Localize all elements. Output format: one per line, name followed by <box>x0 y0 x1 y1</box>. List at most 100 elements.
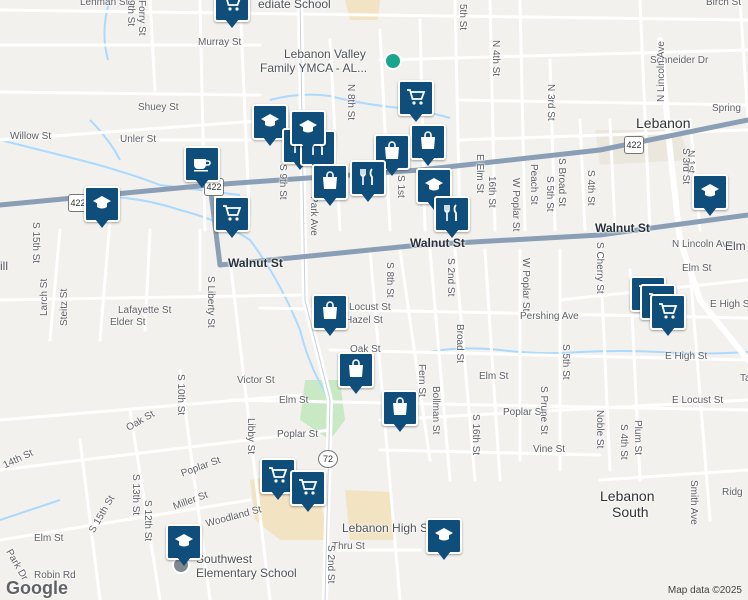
street-label-vine: Vine St <box>533 444 566 455</box>
street-label-s-cherry: 16th St <box>486 176 497 208</box>
poi-label-southwest-line1[interactable]: Southwest <box>196 553 252 566</box>
poi-label-intermediate-school[interactable]: ediate School <box>258 0 331 11</box>
restaurant-icon <box>442 203 462 223</box>
shopping-cart-icon <box>268 465 288 485</box>
street-label-s6th: S 2nd St <box>445 258 456 297</box>
street-label-smith: Smith Ave <box>688 480 699 525</box>
map-marker[interactable] <box>214 0 250 30</box>
street-label-n4th: N 4th St <box>490 40 501 77</box>
graduation-cap-icon <box>92 193 112 213</box>
street-label-walnut-west: Walnut St <box>228 256 283 270</box>
street-label-liberty: S 8th St <box>384 262 395 298</box>
map-marker[interactable] <box>338 352 374 396</box>
street-label-shuey: Shuey St <box>138 102 179 113</box>
map-attribution[interactable]: Map data ©2025 <box>668 585 742 596</box>
street-label-broad: Broad St <box>454 324 465 363</box>
poi-label-southwest-line2[interactable]: Elementary School <box>196 567 297 580</box>
street-label-walnut-east: Walnut St <box>595 221 650 235</box>
street-label-s2nd-s: S 4th St <box>618 424 629 460</box>
street-label-noble: Noble St <box>594 410 605 449</box>
street-label-forry: S 2nd St <box>325 545 336 584</box>
graduation-cap-icon <box>298 117 318 137</box>
street-label-thru: Thru St <box>332 541 365 552</box>
shopping-bag-icon <box>382 141 402 161</box>
street-label-s3rd-n: S 5th St <box>544 176 555 212</box>
map-marker[interactable] <box>434 196 470 240</box>
street-label-n8th: N 8th St <box>345 84 356 121</box>
street-label-s-broad: S 16th St <box>470 414 481 456</box>
shopping-bag-icon <box>390 397 410 417</box>
map-marker[interactable] <box>398 80 434 124</box>
street-label-murray: Murray St <box>198 37 242 48</box>
shopping-cart-icon <box>222 203 242 223</box>
place-label-lebanon-south-line1: Lebanon <box>600 488 655 504</box>
map-marker[interactable] <box>214 196 250 240</box>
street-label-birch: Birch St <box>706 0 742 8</box>
street-label-s-prune: S Broad St <box>556 158 567 207</box>
place-label-lebanon: Lebanon <box>636 115 691 131</box>
map-marker[interactable] <box>350 160 386 204</box>
street-label-peach: Peach St <box>528 164 539 205</box>
map-marker[interactable] <box>84 186 120 230</box>
street-label-s2nd-mid: S Cherry St <box>594 242 605 294</box>
street-label-pershing: Pershing Ave <box>520 311 579 322</box>
place-label-lebanon-south-line2: South <box>612 504 649 520</box>
map-marker[interactable] <box>410 124 446 168</box>
street-label-16th: S 15th St <box>30 222 41 264</box>
coffee-cup-icon <box>192 153 212 173</box>
street-label-poplar-west: Poplar St <box>277 429 319 440</box>
graduation-cap-icon <box>260 111 280 131</box>
street-label-s16th: S 13th St <box>130 474 141 516</box>
place-label-elm: Elm <box>725 239 746 253</box>
fitness-poi-icon[interactable] <box>384 52 402 70</box>
street-label-park-ave: S Prune St <box>538 386 549 435</box>
map-marker[interactable] <box>312 164 348 208</box>
shopping-bag-icon <box>346 359 366 379</box>
map-marker[interactable] <box>382 390 418 434</box>
street-label-e-locust: Elm St <box>682 263 712 274</box>
street-label-s15th: S 12th St <box>142 500 153 542</box>
street-label-lehman: Lehman St <box>80 0 129 8</box>
map-marker[interactable] <box>184 146 220 190</box>
shopping-cart-icon <box>406 87 426 107</box>
place-label-ill: ill <box>0 259 8 273</box>
street-label-s4th-n: W Poplar St <box>510 178 521 232</box>
street-label-s12th: S Liberty St <box>205 276 216 328</box>
map-marker[interactable] <box>290 470 326 514</box>
map-marker[interactable] <box>166 524 202 568</box>
street-label-bollman: Bollman St <box>430 386 441 435</box>
street-label-s3rd-s: S 5th St <box>560 344 571 380</box>
restaurant-icon <box>358 167 378 187</box>
street-label-elm-east: Tamroe St <box>740 373 748 384</box>
street-label-s13th: S 10th St <box>175 374 186 416</box>
map-marker[interactable] <box>650 294 686 338</box>
street-label-hazel: Hazel St <box>345 315 383 326</box>
map-marker[interactable] <box>426 518 462 562</box>
street-label-e-high: N Lincoln Ave <box>672 239 733 250</box>
street-label-libby: Libby St <box>245 418 256 455</box>
street-label-lafayette: Lafayette St <box>118 305 172 316</box>
shopping-cart-icon <box>658 301 678 321</box>
street-label-4th: W Poplar St <box>520 258 531 312</box>
map-marker[interactable] <box>290 110 326 154</box>
poi-label-ymca-line2[interactable]: Family YMCA - AL... <box>260 62 367 75</box>
street-label-s2nd-n: S 4th St <box>585 170 596 206</box>
shopping-bag-icon <box>320 301 340 321</box>
street-label-n-lincoln: N Lincoln Ave <box>656 41 667 102</box>
google-logo: Google <box>6 578 68 598</box>
map-canvas[interactable]: Lehman St Murray St Shuey St Willow St U… <box>0 0 748 600</box>
route-shield-422-east: 422 <box>624 136 644 154</box>
route-shield-72: 72 <box>318 450 338 468</box>
graduation-cap-icon <box>174 531 194 551</box>
map-marker[interactable] <box>312 294 348 338</box>
street-label-unler: Unler St <box>120 134 157 145</box>
street-label-s5th: E Elm St <box>474 154 485 193</box>
street-label-elm-sw: Elm St <box>34 533 64 544</box>
poi-label-ymca-line1[interactable]: Lebanon Valley <box>284 48 366 61</box>
street-label-victor: Victor St <box>237 375 275 386</box>
street-label-w-poplar: E Locust St <box>672 395 724 406</box>
shopping-cart-icon <box>298 477 318 497</box>
street-label-locust: Locust St <box>349 302 391 313</box>
map-marker[interactable] <box>692 174 728 218</box>
street-label-elder: Elder St <box>110 317 146 328</box>
